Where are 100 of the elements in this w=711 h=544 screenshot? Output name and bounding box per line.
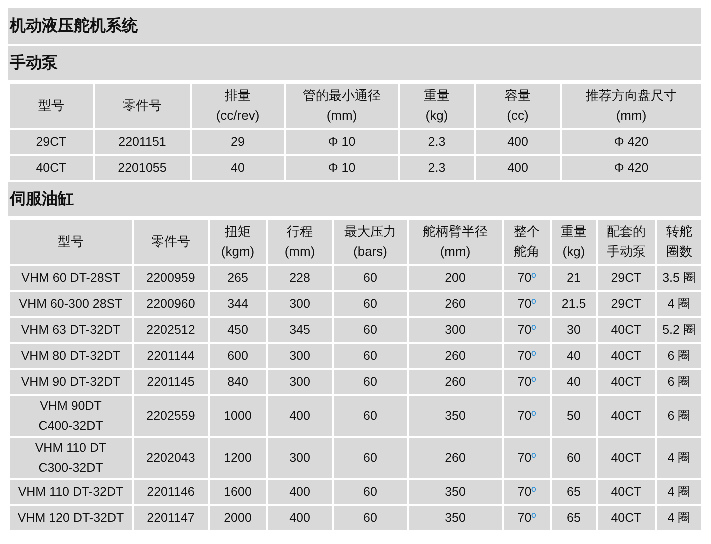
table-cell: 40CT <box>597 437 656 479</box>
table-cell: 200 <box>408 265 503 291</box>
column-header: 排量 (cc/rev) <box>191 83 285 129</box>
column-header: 型号 <box>9 83 94 129</box>
table-cell: 50 <box>551 395 597 437</box>
table-cell: 2201145 <box>133 369 209 395</box>
table-cell: 300 <box>267 343 333 369</box>
column-header: 最大压力 (bars) <box>333 219 408 265</box>
table-cell: 1600 <box>209 479 267 505</box>
table-cell: 60 <box>333 317 408 343</box>
table-cell: 300 <box>267 437 333 479</box>
table-cell: 345 <box>267 317 333 343</box>
table-cell: 60 <box>333 479 408 505</box>
table-cell: VHM 80 DT-32DT <box>9 343 133 369</box>
table-cell: 2201144 <box>133 343 209 369</box>
column-header: 行程 (mm) <box>267 219 333 265</box>
table-cell: 65 <box>551 479 597 505</box>
table-cell: 5.2 圈 <box>656 317 703 343</box>
table-cell: 4 圈 <box>656 291 703 317</box>
table-cell: 29 <box>191 129 285 155</box>
table-cell: 260 <box>408 343 503 369</box>
table-cell: 40CT <box>597 369 656 395</box>
table-cell: Φ 10 <box>285 155 399 181</box>
table-cell: Φ 420 <box>561 155 702 181</box>
table-cell: VHM 90DT C400-32DT <box>9 395 133 437</box>
table-cell: 2202559 <box>133 395 209 437</box>
table-cell: 2000 <box>209 505 267 531</box>
table-cell: 60 <box>333 291 408 317</box>
table-cell: 2200959 <box>133 265 209 291</box>
table-cell: 60 <box>333 265 408 291</box>
table-cell: 260 <box>408 437 503 479</box>
column-header: 扭矩 (kgm) <box>209 219 267 265</box>
table-cell: 60 <box>333 395 408 437</box>
table-cell: 30 <box>551 317 597 343</box>
column-header: 转舵圈数 <box>656 219 703 265</box>
table-cell: 70º <box>503 291 551 317</box>
column-header: 零件号 <box>133 219 209 265</box>
table-cell: 6 圈 <box>656 395 703 437</box>
table-cell: VHM 63 DT-32DT <box>9 317 133 343</box>
table-cell: 1000 <box>209 395 267 437</box>
table-cell: VHM 60-300 28ST <box>9 291 133 317</box>
table-cell: 265 <box>209 265 267 291</box>
column-header: 重量 (kg) <box>551 219 597 265</box>
column-header: 型号 <box>9 219 133 265</box>
table-cell: 29CT <box>597 265 656 291</box>
table-cell: 70º <box>503 479 551 505</box>
table-cell: 40CT <box>597 479 656 505</box>
table-cell: 228 <box>267 265 333 291</box>
table-cell: 450 <box>209 317 267 343</box>
table-cell: 3.5 圈 <box>656 265 703 291</box>
table-cell: Φ 10 <box>285 129 399 155</box>
table-cell: VHM 110 DT C300-32DT <box>9 437 133 479</box>
table-cell: 70º <box>503 437 551 479</box>
table-cell: 4 圈 <box>656 505 703 531</box>
column-header: 配套的手动泵 <box>597 219 656 265</box>
table-cell: 260 <box>408 291 503 317</box>
table-cell: 40CT <box>597 317 656 343</box>
table-cell: 344 <box>209 291 267 317</box>
table-cell: 2201151 <box>94 129 191 155</box>
table-cell: 60 <box>333 505 408 531</box>
table-cell: 2.3 <box>399 129 475 155</box>
table-cell: 60 <box>333 343 408 369</box>
table-cell: 65 <box>551 505 597 531</box>
table-cell: 300 <box>267 291 333 317</box>
table-cell: 40 <box>551 369 597 395</box>
column-header: 零件号 <box>94 83 191 129</box>
table-cell: Φ 420 <box>561 129 702 155</box>
table-cell: 70º <box>503 505 551 531</box>
section-title: 伺服油缸 <box>8 182 701 218</box>
table-cell: 400 <box>267 505 333 531</box>
table-cell: 350 <box>408 479 503 505</box>
table-cell: 260 <box>408 369 503 395</box>
table-cell: 60 <box>551 437 597 479</box>
table-cell: 70º <box>503 343 551 369</box>
table-cell: 4 圈 <box>656 437 703 479</box>
table-cell: 70º <box>503 395 551 437</box>
table-cell: VHM 90 DT-32DT <box>9 369 133 395</box>
table-cell: 2201146 <box>133 479 209 505</box>
table-cell: 40CT <box>597 505 656 531</box>
table-cell: 400 <box>475 155 561 181</box>
table-cell: 60 <box>333 437 408 479</box>
table-cell: 2.3 <box>399 155 475 181</box>
table-cell: 40 <box>191 155 285 181</box>
table-cell: 70º <box>503 369 551 395</box>
table-cell: 2200960 <box>133 291 209 317</box>
table-cell: 2202043 <box>133 437 209 479</box>
table-cell: 2201147 <box>133 505 209 531</box>
table-cell: 70º <box>503 317 551 343</box>
table-cell: 400 <box>475 129 561 155</box>
table-cell: 60 <box>333 369 408 395</box>
table-cell: 400 <box>267 479 333 505</box>
table-cell: 40 <box>551 343 597 369</box>
table-cell: 29CT <box>9 129 94 155</box>
table-cell: 6 圈 <box>656 369 703 395</box>
table-cell: 2202512 <box>133 317 209 343</box>
table-cell: 300 <box>267 369 333 395</box>
column-header: 管的最小通径 (mm) <box>285 83 399 129</box>
table-cell: 29CT <box>597 291 656 317</box>
table-cell: VHM 120 DT-32DT <box>9 505 133 531</box>
table-cell: 350 <box>408 505 503 531</box>
